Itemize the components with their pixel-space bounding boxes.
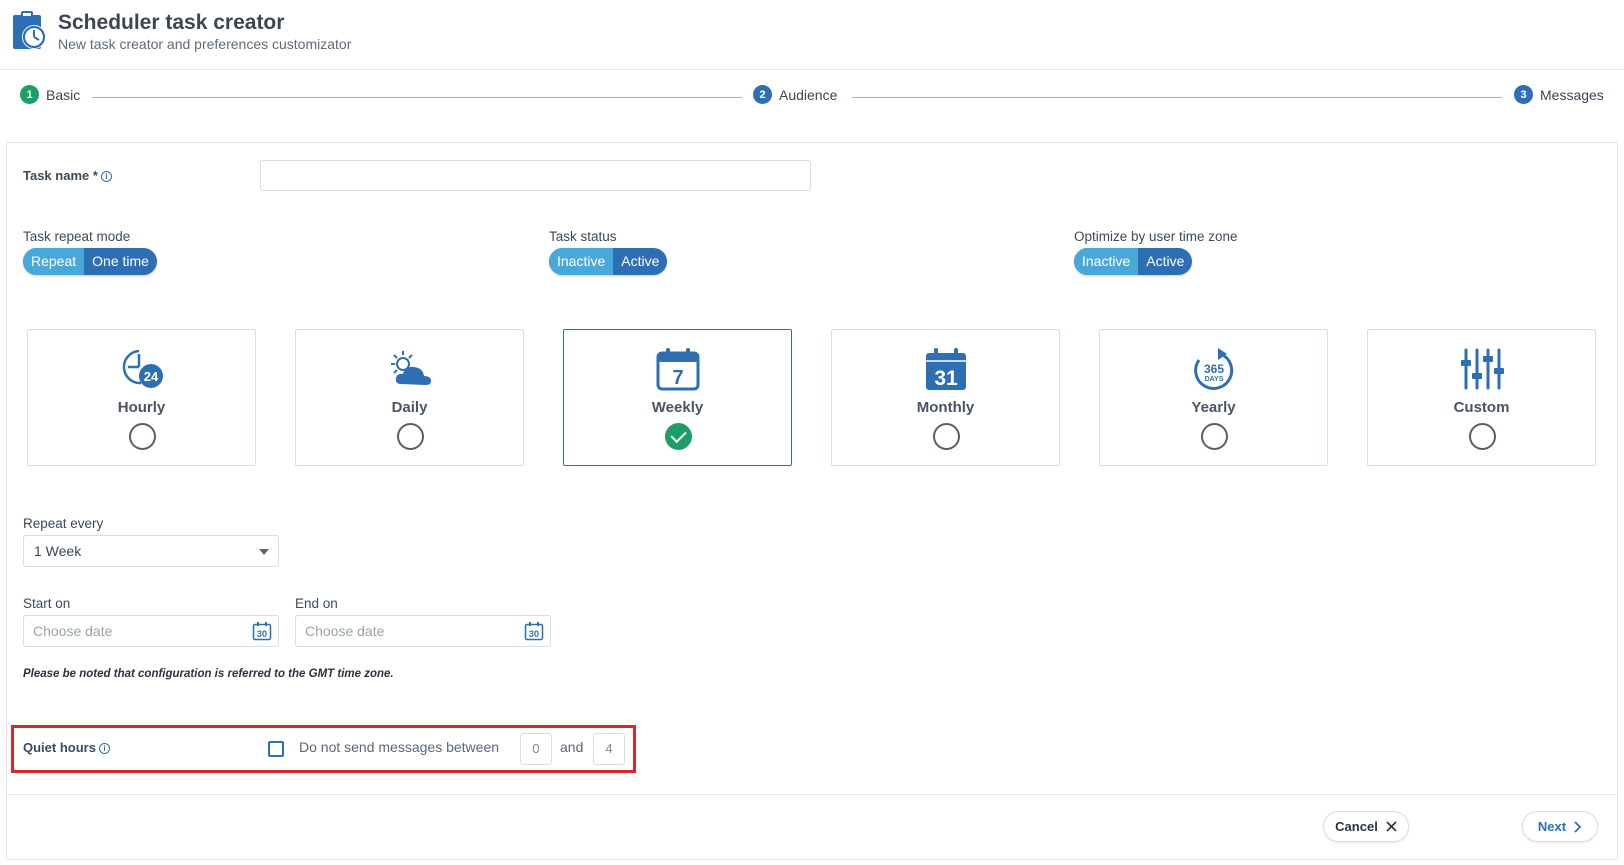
frequency-card-yearly[interactable]: 365 DAYS Yearly	[1099, 329, 1328, 466]
step-label: Messages	[1540, 86, 1604, 103]
caret-down-icon	[259, 549, 269, 555]
end-date-placeholder: Choose date	[305, 623, 385, 639]
optimize-tz-toggle[interactable]: Inactive Active	[1074, 248, 1193, 275]
frequency-card-daily[interactable]: Daily	[295, 329, 524, 466]
end-date-input[interactable]: Choose date 30	[295, 615, 551, 647]
chevron-right-icon	[1574, 820, 1582, 833]
svg-text:31: 31	[934, 367, 958, 390]
frequency-card-monthly[interactable]: 31 Monthly	[831, 329, 1060, 466]
sliders-icon	[1461, 348, 1504, 390]
toggle-option-inactive[interactable]: Inactive	[549, 248, 614, 275]
svg-text:30: 30	[257, 629, 267, 639]
start-date-placeholder: Choose date	[33, 623, 113, 639]
frequency-label: Monthly	[916, 399, 975, 416]
quiet-hours-to-input[interactable]: 4	[593, 733, 625, 765]
next-button-label: Next	[1537, 819, 1567, 834]
info-icon[interactable]: i	[98, 743, 110, 754]
step-label: Basic	[46, 86, 81, 103]
calendar-icon[interactable]: 30	[252, 621, 272, 641]
toggle-option-active[interactable]: Active	[613, 248, 667, 275]
repeat-every-value: 1 Week	[34, 543, 82, 559]
toggle-option-one-time[interactable]: One time	[84, 248, 157, 275]
step-audience[interactable]: 2 Audience	[753, 85, 837, 104]
footer-divider	[7, 794, 1617, 795]
frequency-radio[interactable]	[1469, 423, 1496, 450]
frequency-label: Yearly	[1191, 399, 1236, 416]
quiet-hours-checkbox[interactable]	[268, 741, 284, 757]
app-header: Scheduler task creator New task creator …	[0, 0, 1624, 70]
step-number: 3	[1514, 85, 1533, 104]
toggle-option-active[interactable]: Active	[1138, 248, 1192, 275]
next-button[interactable]: Next	[1522, 811, 1598, 842]
frequency-label: Hourly	[117, 399, 166, 416]
frequency-radio[interactable]	[933, 423, 960, 450]
clipboard-stopwatch-icon	[13, 11, 46, 49]
step-label: Audience	[779, 86, 838, 103]
frequency-card-weekly[interactable]: 7 Weekly	[563, 329, 792, 466]
timezone-note: Please be noted that configuration is re…	[23, 668, 394, 680]
task-name-input[interactable]	[260, 160, 811, 191]
start-date-input[interactable]: Choose date 30	[23, 615, 279, 647]
task-name-label-text: Task name *	[23, 168, 98, 183]
frequency-label: Daily	[391, 399, 428, 416]
start-on-label: Start on	[23, 596, 71, 611]
frequency-card-hourly[interactable]: 24 Hourly	[27, 329, 256, 466]
end-on-label: End on	[295, 596, 338, 611]
repeat-mode-label: Task repeat mode	[23, 229, 131, 244]
frequency-card-custom[interactable]: Custom	[1367, 329, 1596, 466]
cancel-button[interactable]: Cancel	[1323, 811, 1409, 842]
svg-text:365: 365	[1204, 362, 1224, 376]
svg-text:DAYS: DAYS	[1205, 376, 1224, 383]
cancel-button-label: Cancel	[1335, 819, 1378, 834]
quiet-hours-from-input[interactable]: 0	[520, 733, 552, 765]
frequency-radio[interactable]	[129, 423, 156, 450]
page-title: Scheduler task creator	[58, 11, 285, 34]
frequency-radio-checked[interactable]	[665, 423, 692, 450]
optimize-tz-label: Optimize by user time zone	[1074, 229, 1238, 244]
quiet-hours-and-text: and	[560, 739, 584, 755]
step-number: 2	[753, 85, 772, 104]
sun-cloud-icon	[391, 351, 431, 385]
step-basic[interactable]: 1 Basic	[20, 85, 80, 104]
svg-text:30: 30	[529, 629, 539, 639]
task-status-toggle[interactable]: Inactive Active	[549, 248, 668, 275]
calendar-31-icon: 31	[926, 348, 966, 390]
svg-text:24: 24	[144, 369, 159, 384]
repeat-mode-toggle[interactable]: Repeat One time	[23, 248, 157, 275]
task-status-label: Task status	[549, 229, 617, 244]
step-number: 1	[20, 85, 39, 104]
frequency-radio[interactable]	[397, 423, 424, 450]
task-name-label: Task name * i	[23, 168, 112, 183]
frequency-label: Custom	[1453, 399, 1510, 416]
wizard-stepper: 1 Basic 2 Audience 3 Messages	[0, 85, 1624, 111]
step-connector	[852, 97, 1502, 98]
clock-24-icon: 24	[122, 349, 163, 388]
step-messages[interactable]: 3 Messages	[1514, 85, 1604, 104]
frequency-radio[interactable]	[1201, 423, 1228, 450]
calendar-icon[interactable]: 30	[524, 621, 544, 641]
repeat-every-select[interactable]: 1 Week	[23, 535, 279, 567]
step-connector	[92, 97, 742, 98]
toggle-option-repeat[interactable]: Repeat	[23, 248, 85, 275]
calendar-7-icon: 7	[656, 348, 700, 391]
info-icon[interactable]: i	[100, 171, 112, 182]
close-icon	[1386, 821, 1397, 832]
quiet-hours-label-text: Quiet hours	[23, 740, 96, 755]
quiet-hours-text: Do not send messages between	[299, 739, 500, 755]
frequency-label: Weekly	[651, 399, 704, 416]
svg-text:7: 7	[672, 367, 683, 389]
365-days-icon: 365 DAYS	[1194, 348, 1234, 390]
page-subtitle: New task creator and preferences customi…	[58, 36, 352, 52]
repeat-every-label: Repeat every	[23, 516, 104, 531]
toggle-option-inactive[interactable]: Inactive	[1074, 248, 1139, 275]
quiet-hours-label: Quiet hours i	[23, 740, 110, 755]
